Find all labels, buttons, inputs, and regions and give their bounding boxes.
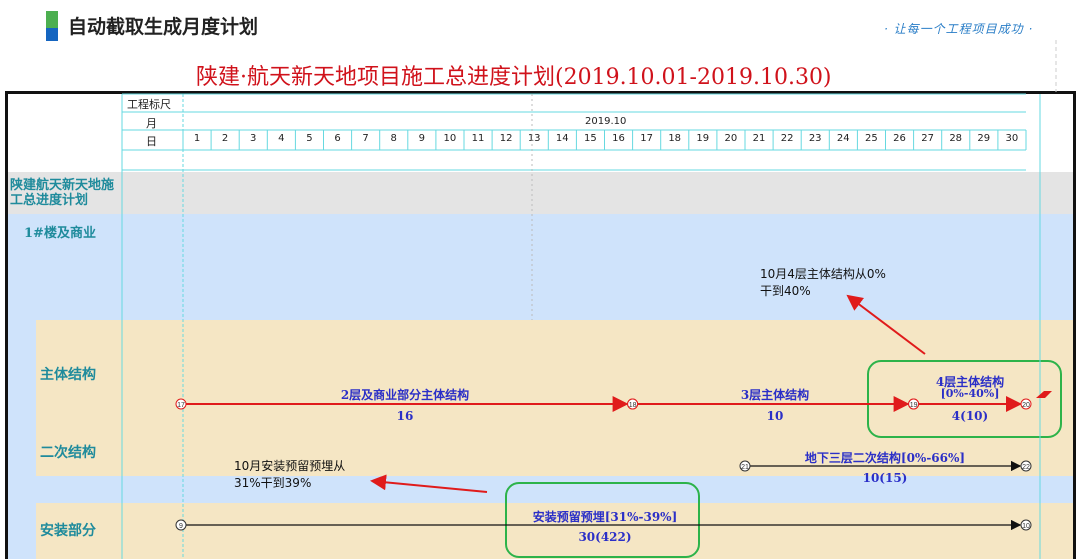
milestone-flag (1036, 391, 1052, 398)
task-node-label: 17 (177, 402, 185, 409)
task-node-label: 21 (741, 464, 749, 471)
annotation-arrow-installation (370, 474, 488, 493)
task-node-label: 18 (629, 402, 637, 409)
task-node-label: 9 (179, 523, 183, 530)
annotation-arrow-floor4 (846, 294, 926, 355)
gantt-graphics: 1718181919202122910 (121, 40, 1057, 559)
task-node-label: 19 (910, 402, 918, 409)
task-node-label: 22 (1022, 464, 1030, 471)
task-node-label: 20 (1022, 402, 1030, 409)
task-node-label: 10 (1022, 523, 1030, 530)
